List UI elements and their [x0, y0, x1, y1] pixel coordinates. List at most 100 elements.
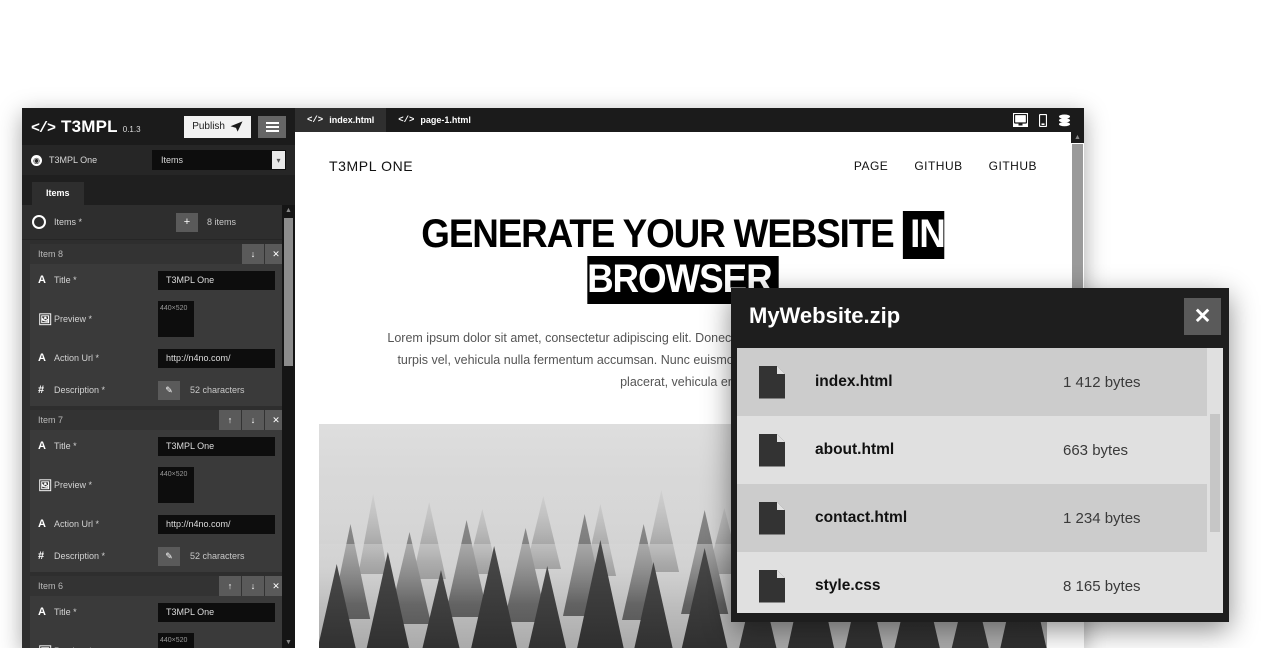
image-field-icon: 🖼: [38, 313, 54, 326]
item-card-list: Item 8↓✕ATitle *T3MPL One🖼Preview *440×5…: [22, 244, 295, 648]
preview-thumbnail[interactable]: 440×520: [158, 633, 194, 648]
item-card-title: Item 7: [38, 415, 63, 425]
chevron-down-icon: ▾: [272, 151, 285, 169]
file-size: 8 165 bytes: [1063, 578, 1223, 595]
field-title-row: ATitle *T3MPL One: [30, 264, 287, 296]
layers-view-icon[interactable]: [1057, 113, 1072, 127]
file-name: about.html: [815, 441, 1063, 459]
site-nav-link[interactable]: GITHUB: [989, 159, 1037, 173]
preview-tab-index[interactable]: </> index.html: [295, 108, 386, 132]
field-label: Action Url *: [54, 519, 158, 529]
action-url-input[interactable]: http://n4no.com/: [158, 349, 275, 368]
preview-thumbnail[interactable]: 440×520: [158, 467, 194, 503]
scroll-up-icon[interactable]: ▲: [282, 205, 295, 216]
project-name: T3MPL One: [49, 155, 97, 165]
title-input[interactable]: T3MPL One: [158, 437, 275, 456]
move-down-button[interactable]: ↓: [242, 244, 264, 264]
action-url-input[interactable]: http://n4no.com/: [158, 515, 275, 534]
move-down-button[interactable]: ↓: [242, 576, 264, 596]
desktop-view-icon[interactable]: [1013, 113, 1028, 127]
title-input[interactable]: T3MPL One: [158, 271, 275, 290]
section-select[interactable]: Items ▾: [152, 150, 286, 170]
items-field-label: Items *: [54, 217, 82, 227]
site-nav-link[interactable]: PAGE: [854, 159, 888, 173]
item-card-header: Item 8 ↓✕: [30, 244, 287, 264]
field-preview-row: 🖼Preview *440×520: [30, 628, 287, 648]
hero-heading-plain: GENERATE YOUR WEBSITE: [421, 212, 893, 256]
hash-field-icon: #: [38, 550, 54, 562]
dialog-title: MyWebsite.zip: [749, 303, 900, 329]
publish-button[interactable]: Publish: [184, 116, 251, 138]
file-name: contact.html: [815, 509, 1063, 527]
file-icon: [759, 434, 785, 467]
edit-description-button[interactable]: ✎: [158, 381, 180, 400]
preview-tab-label: index.html: [329, 115, 374, 125]
field-action-url-row: AAction Url *http://n4no.com/: [30, 342, 287, 374]
item-card: Item 8 ↓✕ATitle *T3MPL One🖼Preview *440×5…: [30, 244, 287, 406]
site-brand: T3MPL ONE: [329, 158, 413, 174]
preview-thumbnail[interactable]: 440×520: [158, 301, 194, 337]
description-char-count: 52 characters: [190, 385, 245, 395]
collection-icon: [32, 215, 46, 229]
close-icon[interactable]: ✕: [1184, 298, 1221, 335]
dialog-scrollbar[interactable]: [1207, 348, 1223, 613]
field-label: Title *: [54, 441, 158, 451]
app-version: 0.1.3: [123, 125, 141, 134]
sidebar-content: Items * + 8 items Item 8↓✕ATitle *T3MPL …: [22, 205, 295, 648]
sidebar-scrollbar[interactable]: ▲ ▼: [282, 205, 295, 648]
move-up-button[interactable]: ↑: [219, 576, 241, 596]
field-label: Action Url *: [54, 353, 158, 363]
field-title-row: ATitle *T3MPL One: [30, 596, 287, 628]
preview-tab-label: page-1.html: [420, 115, 471, 125]
hash-field-icon: #: [38, 384, 54, 396]
file-size: 1 234 bytes: [1063, 510, 1223, 527]
add-item-button[interactable]: +: [176, 213, 198, 232]
text-field-icon: A: [38, 606, 54, 618]
tab-items[interactable]: Items: [32, 182, 84, 205]
field-description-row: #Description *✎ 52 characters: [30, 540, 287, 572]
file-row[interactable]: about.html663 bytes: [737, 416, 1223, 484]
preview-tab-page1[interactable]: </> page-1.html: [386, 108, 483, 132]
hamburger-line: [266, 130, 279, 132]
item-card: Item 7↑↓✕ATitle *T3MPL One🖼Preview *440×…: [30, 410, 287, 572]
file-icon: [759, 502, 785, 535]
item-card-actions: ↓✕: [241, 244, 287, 264]
site-nav-link[interactable]: GITHUB: [914, 159, 962, 173]
item-card-header: Item 6↑↓✕: [30, 576, 287, 596]
field-action-url-row: AAction Url *http://n4no.com/: [30, 508, 287, 540]
code-brackets-icon: </>: [31, 120, 55, 137]
field-label: Title *: [54, 607, 158, 617]
menu-button[interactable]: [258, 116, 286, 138]
sidebar-scroll-thumb[interactable]: [284, 218, 293, 366]
field-title-row: ATitle *T3MPL One: [30, 430, 287, 462]
item-card-title: Item 6: [38, 581, 63, 591]
item-card-title: Item 8: [38, 249, 63, 259]
field-label: Description *: [54, 551, 158, 561]
file-row[interactable]: index.html1 412 bytes: [737, 348, 1223, 416]
file-row[interactable]: contact.html1 234 bytes: [737, 484, 1223, 552]
preview-tabbar: </> index.html </> page-1.html: [295, 108, 1084, 132]
mobile-view-icon[interactable]: [1035, 113, 1050, 127]
section-select-value: Items: [161, 155, 183, 165]
item-card-actions: ↑↓✕: [218, 410, 287, 430]
field-preview-row: 🖼Preview *440×520: [30, 296, 287, 342]
file-list-rows: index.html1 412 bytesabout.html663 bytes…: [737, 348, 1223, 613]
scroll-down-icon[interactable]: ▼: [282, 637, 295, 648]
site-nav: PAGE GITHUB GITHUB: [854, 159, 1037, 173]
field-label: Preview *: [54, 480, 158, 490]
file-row[interactable]: style.css8 165 bytes: [737, 552, 1223, 613]
text-field-icon: A: [38, 440, 54, 452]
scroll-up-icon[interactable]: ▲: [1071, 132, 1084, 143]
item-card-header: Item 7 ↑↓✕: [30, 410, 287, 430]
sidebar-header-actions: Publish: [184, 116, 286, 138]
move-down-button[interactable]: ↓: [242, 410, 264, 430]
dialog-scroll-thumb[interactable]: [1210, 414, 1220, 532]
text-field-icon: A: [38, 274, 54, 286]
zip-contents-dialog: MyWebsite.zip ✕ index.html1 412 bytesabo…: [731, 288, 1229, 622]
description-char-count: 52 characters: [190, 551, 245, 561]
title-input[interactable]: T3MPL One: [158, 603, 275, 622]
file-list: index.html1 412 bytesabout.html663 bytes…: [737, 348, 1223, 613]
edit-description-button[interactable]: ✎: [158, 547, 180, 566]
move-up-button[interactable]: ↑: [219, 410, 241, 430]
file-name: style.css: [815, 577, 1063, 595]
